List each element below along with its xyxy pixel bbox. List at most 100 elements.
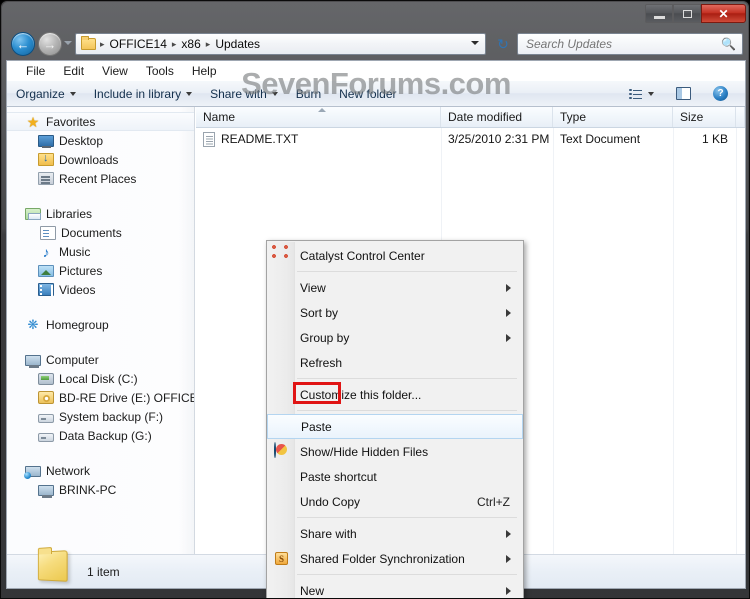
history-dropdown-icon[interactable] — [64, 41, 72, 45]
menu-edit[interactable]: Edit — [54, 64, 93, 78]
sidebar-item-favorites[interactable]: ★ Favorites — [7, 112, 194, 131]
forward-button[interactable]: → — [38, 32, 62, 56]
context-menu-item-paste-shortcut[interactable]: Paste shortcut — [267, 464, 523, 489]
computer-icon — [25, 354, 41, 368]
sidebar-item-brink-pc[interactable]: BRINK-PC — [7, 480, 194, 499]
menu-view[interactable]: View — [93, 64, 137, 78]
sidebar-item-local-disk-c[interactable]: Local Disk (C:) — [7, 369, 194, 388]
cell-type: Text Document — [560, 132, 641, 146]
forward-arrow-icon: → — [43, 36, 57, 52]
column-header-filler[interactable] — [736, 107, 745, 127]
context-menu-label: Catalyst Control Center — [300, 248, 425, 263]
context-menu-item-new[interactable]: New — [267, 578, 523, 598]
preview-pane-button[interactable] — [667, 84, 700, 103]
column-gridline — [736, 128, 737, 554]
burn-label: Burn — [295, 86, 322, 101]
column-label: Name — [203, 110, 236, 124]
address-bar[interactable]: ▸ OFFICE14 ▸ x86 ▸ Updates — [75, 33, 486, 55]
context-menu-item-paste[interactable]: Paste — [267, 414, 523, 439]
sidebar-item-system-backup-f[interactable]: System backup (F:) — [7, 407, 194, 426]
star-icon: ★ — [26, 113, 40, 130]
context-menu-item-show-hide-hidden-files[interactable]: Show/Hide Hidden Files — [267, 439, 523, 464]
context-menu-item-group-by[interactable]: Group by — [267, 325, 523, 350]
address-dropdown-icon[interactable] — [471, 41, 479, 45]
menu-tools[interactable]: Tools — [137, 64, 183, 78]
libraries-icon — [25, 208, 41, 220]
context-menu-item-undo-copy[interactable]: Undo Copy Ctrl+Z — [267, 489, 523, 514]
sidebar-item-downloads[interactable]: Downloads — [7, 150, 194, 169]
sidebar-item-pictures[interactable]: Pictures — [7, 261, 194, 280]
close-button[interactable]: ✕ — [701, 4, 746, 23]
sidebar-item-bd-re-drive-e[interactable]: BD-RE Drive (E:) OFFICE14 — [7, 388, 194, 407]
sidebar-item-music[interactable]: ♪ Music — [7, 242, 194, 261]
column-label: Date modified — [448, 110, 523, 124]
breadcrumb-office14[interactable]: OFFICE14 — [107, 37, 170, 51]
help-button[interactable]: ? — [704, 83, 737, 104]
sidebar-item-computer[interactable]: Computer — [7, 350, 194, 369]
chevron-down-icon — [186, 91, 193, 96]
column-header-name[interactable]: Name — [196, 107, 441, 127]
context-menu-item-customize-this-folder[interactable]: Customize this folder... — [267, 382, 523, 407]
sidebar-item-data-backup-g[interactable]: Data Backup (G:) — [7, 426, 194, 445]
context-menu-item-shared-folder-synchronization[interactable]: S Shared Folder Synchronization — [267, 546, 523, 571]
change-view-button[interactable] — [620, 85, 663, 103]
nav-group-libraries: Libraries Documents ♪ Music Pictures Vid… — [7, 204, 194, 299]
context-menu-item-refresh[interactable]: Refresh — [267, 350, 523, 375]
back-arrow-icon: ← — [16, 36, 30, 52]
cell-size: 1 KB — [701, 132, 728, 146]
refresh-button[interactable]: ↻ — [493, 34, 513, 54]
context-menu[interactable]: Catalyst Control Center View Sort by Gro… — [266, 240, 524, 598]
context-menu-label: View — [300, 280, 326, 295]
column-header-size[interactable]: Size — [673, 107, 736, 127]
maximize-button[interactable] — [673, 4, 701, 23]
sidebar-item-network[interactable]: Network — [7, 461, 194, 480]
search-input[interactable] — [524, 36, 722, 52]
sidebar-item-homegroup[interactable]: ❋ Homegroup — [7, 315, 194, 334]
chevron-down-icon — [271, 91, 278, 96]
organize-button[interactable]: Organize — [7, 84, 85, 104]
explorer-window: ✕ ← → ▸ OFFICE14 ▸ x86 ▸ Updates ↻ 🔍 Sev… — [0, 0, 750, 599]
new-folder-button[interactable]: New folder — [330, 84, 405, 104]
sidebar-label: Computer — [46, 352, 99, 367]
new-folder-label: New folder — [339, 86, 397, 101]
drive-icon — [38, 413, 54, 423]
breadcrumb-updates[interactable]: Updates — [212, 37, 263, 51]
context-menu-label: Undo Copy — [300, 494, 361, 509]
sidebar-label: Favorites — [46, 114, 96, 129]
menu-file[interactable]: File — [17, 64, 54, 78]
column-label: Size — [680, 110, 704, 124]
breadcrumb-separator: ▸ — [205, 38, 211, 49]
context-menu-label: Paste — [301, 419, 332, 434]
table-row[interactable]: README.TXT 3/25/2010 2:31 PM Text Docume… — [196, 128, 745, 150]
context-menu-item-share-with[interactable]: Share with — [267, 521, 523, 546]
share-with-button[interactable]: Share with — [201, 84, 287, 104]
cell-date-modified: 3/25/2010 2:31 PM — [448, 132, 550, 146]
sort-ascending-icon — [318, 108, 326, 112]
menu-help[interactable]: Help — [183, 64, 226, 78]
sidebar-item-desktop[interactable]: Desktop — [7, 131, 194, 150]
breadcrumb-x86[interactable]: x86 — [178, 37, 203, 51]
context-menu-item-view[interactable]: View — [267, 275, 523, 300]
column-header-date-modified[interactable]: Date modified — [441, 107, 553, 127]
breadcrumb-separator: ▸ — [171, 38, 177, 49]
sidebar-item-documents[interactable]: Documents — [7, 223, 194, 242]
file-name: README.TXT — [221, 132, 299, 146]
computer-icon — [38, 484, 54, 498]
back-button[interactable]: ← — [11, 32, 35, 56]
search-box[interactable]: 🔍 — [517, 33, 743, 55]
burn-button[interactable]: Burn — [287, 84, 330, 104]
sidebar-item-videos[interactable]: Videos — [7, 280, 194, 299]
minimize-button[interactable] — [645, 4, 673, 23]
folder-icon — [37, 550, 68, 582]
navigation-pane[interactable]: ★ Favorites Desktop Downloads Recent Pla… — [7, 107, 195, 554]
context-menu-item-sort-by[interactable]: Sort by — [267, 300, 523, 325]
sidebar-item-recent-places[interactable]: Recent Places — [7, 169, 194, 188]
share-with-label: Share with — [210, 86, 267, 101]
status-item-count: 1 item — [87, 564, 120, 579]
column-header-row: Name Date modified Type Size — [196, 107, 745, 128]
include-in-library-button[interactable]: Include in library — [85, 84, 201, 104]
sidebar-item-libraries[interactable]: Libraries — [7, 204, 194, 223]
context-menu-item-catalyst-control-center[interactable]: Catalyst Control Center — [267, 243, 523, 268]
column-header-type[interactable]: Type — [553, 107, 673, 127]
